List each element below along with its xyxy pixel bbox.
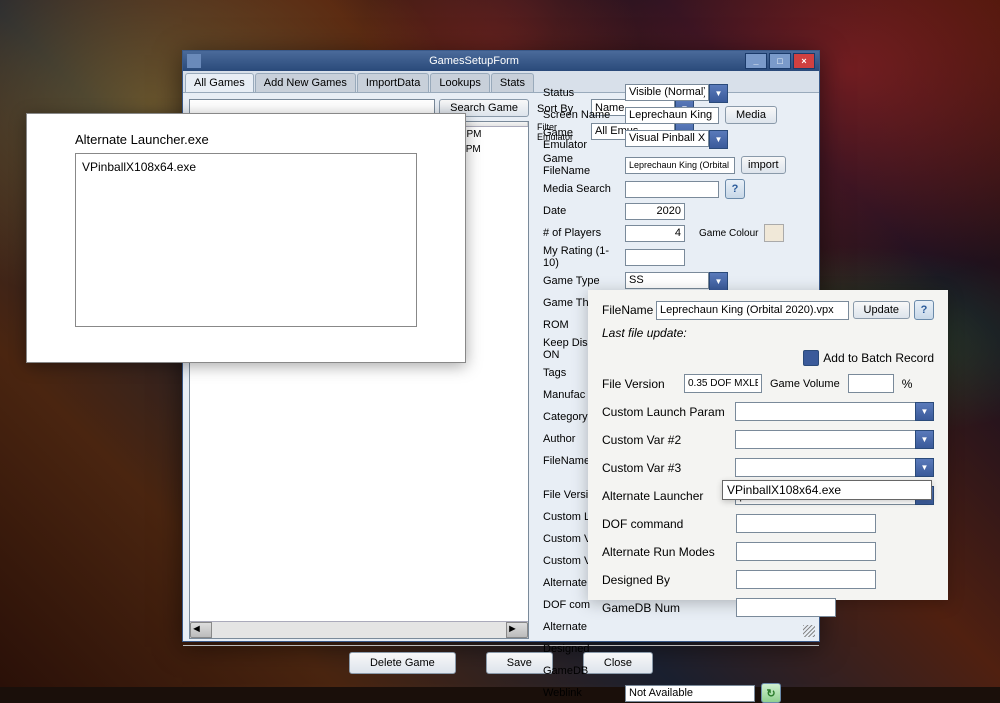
maximize-button[interactable]: □ xyxy=(769,53,791,69)
rating-input[interactable] xyxy=(625,249,685,266)
gameemu-select[interactable] xyxy=(625,130,709,147)
weblink-label: Weblink xyxy=(543,687,619,699)
ov-gamevol-label: Game Volume xyxy=(770,378,840,390)
ov-custvar3-label: Custom Var #3 xyxy=(602,461,727,475)
gamefile-input[interactable] xyxy=(625,157,735,174)
gametype-select[interactable] xyxy=(625,272,709,289)
screenname-input[interactable] xyxy=(625,107,719,124)
tab-import-data[interactable]: ImportData xyxy=(357,73,429,92)
ov-custvar2-input[interactable] xyxy=(735,430,915,449)
ov-custvar3-input[interactable] xyxy=(735,458,915,477)
import-button[interactable]: import xyxy=(741,156,786,174)
gametype-label: Game Type xyxy=(543,275,619,287)
ov-altlauncher-label: Alternate Launcher xyxy=(602,489,727,503)
ov-filever-label: File Version xyxy=(602,377,676,391)
screenname-label: Screen Name xyxy=(543,109,619,121)
colour-swatch[interactable] xyxy=(764,224,784,242)
chevron-down-icon[interactable]: ▼ xyxy=(709,272,728,291)
mediasearch-input[interactable] xyxy=(625,181,719,198)
tab-add-new-games[interactable]: Add New Games xyxy=(255,73,356,92)
scroll-left-button[interactable]: ◄ xyxy=(190,622,212,638)
tab-stats[interactable]: Stats xyxy=(491,73,534,92)
tooltip-panel: Alternate Launcher.exe VPinballX108x64.e… xyxy=(26,113,466,363)
app-icon xyxy=(187,54,201,68)
ov-altrun-input[interactable] xyxy=(736,542,876,561)
players-input[interactable] xyxy=(625,225,685,242)
close-button[interactable]: × xyxy=(793,53,815,69)
date-label: Date xyxy=(543,205,619,217)
rating-label: My Rating (1-10) xyxy=(543,245,619,269)
date-input[interactable] xyxy=(625,203,685,220)
ov-designedby-label: Designed By xyxy=(602,573,728,587)
resize-grip[interactable] xyxy=(803,625,815,637)
ov-custlaunch-label: Custom Launch Param xyxy=(602,405,727,419)
ov-dofcmd-input[interactable] xyxy=(736,514,876,533)
tooltip-content: VPinballX108x64.exe xyxy=(82,160,410,174)
help-icon[interactable]: ? xyxy=(725,179,745,199)
gameemu-label: Game Emulator xyxy=(543,127,619,151)
ov-filever-input[interactable] xyxy=(684,374,762,393)
ov-filename-label: FileName xyxy=(602,303,652,317)
titlebar[interactable]: GamesSetupForm _ □ × xyxy=(183,51,819,71)
chevron-down-icon[interactable]: ▼ xyxy=(915,430,934,449)
chevron-down-icon[interactable]: ▼ xyxy=(709,84,728,103)
media-button[interactable]: Media xyxy=(725,106,777,124)
ov-gamedbnum-label: GameDB Num xyxy=(602,601,728,615)
chevron-down-icon[interactable]: ▼ xyxy=(915,458,934,477)
batch-label: Add to Batch Record xyxy=(823,351,934,365)
chevron-down-icon[interactable]: ▼ xyxy=(709,130,728,149)
ov-filename-input[interactable] xyxy=(656,301,849,320)
status-select[interactable] xyxy=(625,84,709,101)
help-icon[interactable]: ? xyxy=(914,300,934,320)
ov-gamevol-input[interactable] xyxy=(848,374,894,393)
status-label: Status xyxy=(543,87,619,99)
chevron-down-icon[interactable]: ▼ xyxy=(915,402,934,421)
tab-lookups[interactable]: Lookups xyxy=(430,73,490,92)
alternate2-label: Alternate xyxy=(543,621,619,633)
ov-gamedbnum-input[interactable] xyxy=(736,598,836,617)
minimize-button[interactable]: _ xyxy=(745,53,767,69)
gamefile-label: Game FileName xyxy=(543,153,619,177)
h-scrollbar[interactable]: ◄ ► xyxy=(190,621,528,638)
batch-checkbox[interactable] xyxy=(803,350,819,366)
gamedb-label: GameDB xyxy=(543,665,619,677)
tooltip-content-box: VPinballX108x64.exe xyxy=(75,153,417,327)
last-update-label: Last file update: xyxy=(602,326,934,340)
update-button[interactable]: Update xyxy=(853,301,910,319)
players-label: # of Players xyxy=(543,227,619,239)
weblink-input[interactable] xyxy=(625,685,755,702)
designed-label: Designed xyxy=(543,643,619,655)
pct-label: % xyxy=(902,377,913,391)
refresh-icon[interactable]: ↻ xyxy=(761,683,781,703)
mediasearch-label: Media Search xyxy=(543,183,619,195)
window-title: GamesSetupForm xyxy=(205,55,743,67)
ov-custvar2-label: Custom Var #2 xyxy=(602,433,727,447)
ov-altrun-label: Alternate Run Modes xyxy=(602,545,728,559)
ov-custlaunch-input[interactable] xyxy=(735,402,915,421)
altlauncher-dropdown-option[interactable]: VPinballX108x64.exe xyxy=(722,480,932,500)
tooltip-title: Alternate Launcher.exe xyxy=(75,132,417,147)
ov-designedby-input[interactable] xyxy=(736,570,876,589)
delete-game-button[interactable]: Delete Game xyxy=(349,652,456,674)
scroll-right-button[interactable]: ► xyxy=(506,622,528,638)
file-detail-panel: FileName Update ? Last file update: Add … xyxy=(588,290,948,600)
gamecolour-label: Game Colour xyxy=(699,228,758,239)
tab-all-games[interactable]: All Games xyxy=(185,73,254,92)
ov-dofcmd-label: DOF command xyxy=(602,517,728,531)
